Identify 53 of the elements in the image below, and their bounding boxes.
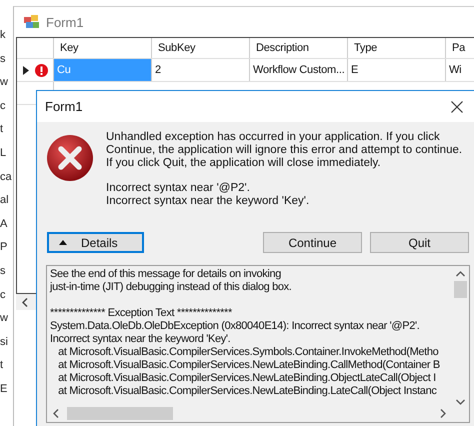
error-detail: Incorrect syntax near '@P2'. [106,182,251,195]
details-text-area[interactable] [46,265,470,423]
grid-cell[interactable]: Workflow Custom... [250,59,348,81]
scroll-left-icon[interactable] [22,298,28,306]
details-line: at Microsoft.VisualBasic.CompilerServices.Symbols.Container.InvokeMethod(Metho [57,346,438,358]
background-text: c [0,98,6,114]
scroll-thumb[interactable] [454,281,467,298]
background-text: c [0,288,6,303]
error-message: Unhandled exception has occurred in your application. If you click Continue, the application will ignore this error and attempt to continue. If you click Quit, the application will close immediately. [106,131,464,170]
details-line: at Microsoft.VisualBasic.CompilerServices.NewLateBinding.ObjectLateCall(Object I [57,372,436,384]
window-title: Form1 [46,14,84,30]
column-header[interactable]: SubKey [152,38,250,58]
grid-cell[interactable]: Wi [446,59,474,81]
column-header[interactable]: Pa [446,38,474,58]
background-text: w [0,311,9,326]
background-text: k [0,28,6,43]
dialog-button[interactable]: Quit [370,232,469,253]
column-header[interactable]: Description [250,38,348,58]
background-text: A [0,216,8,232]
app-icon [24,15,40,29]
column-header[interactable]: Type [348,38,446,58]
scroll-thumb[interactable] [67,407,173,420]
scroll-left-icon[interactable] [53,409,59,418]
background-text: al [0,193,10,208]
dialog-button[interactable]: Continue [263,232,362,253]
details-line: System.Data.OleDb.OleDbException (0x80040E14): Incorrect syntax near '@P2'. [50,320,420,332]
details-button[interactable]: Details [47,232,144,253]
close-icon[interactable] [451,100,463,112]
grid-cell[interactable]: 2 [152,59,250,81]
scroll-down-icon[interactable] [456,399,465,405]
background-text: t [0,358,4,374]
details-line: See the end of this message for details on invoking [50,268,282,280]
details-line: Incorrect syntax near the keyword 'Key'. [50,333,230,345]
background-text: P [0,240,8,256]
scroll-right-icon[interactable] [440,409,446,418]
details-line: at Microsoft.VisualBasic.CompilerServices.NewLateBinding.LateCall(Object Instanc [57,385,436,397]
background-text: s [0,264,6,279]
scroll-up-icon[interactable] [456,271,465,277]
column-header[interactable]: Key [54,38,152,58]
details-line: at Microsoft.VisualBasic.CompilerServices.NewLateBinding.CallMethod(Container B [57,359,440,371]
details-line: just-in-time (JIT) debugging instead of this dialog box. [50,281,292,293]
background-text: L [0,146,8,161]
background-text: E [0,382,8,397]
error-icon [46,134,94,182]
dialog-title: Form1 [45,99,83,114]
background-text: ca [0,170,12,185]
background-text: s [0,52,6,67]
background-text: si [0,334,9,350]
grid-cell[interactable]: E [348,59,446,81]
background-text: w [0,75,9,90]
background-text: t [0,122,4,138]
error-detail: Incorrect syntax near the keyword 'Key'. [106,195,310,208]
details-line: ************** Exception Text ************** [50,307,232,319]
